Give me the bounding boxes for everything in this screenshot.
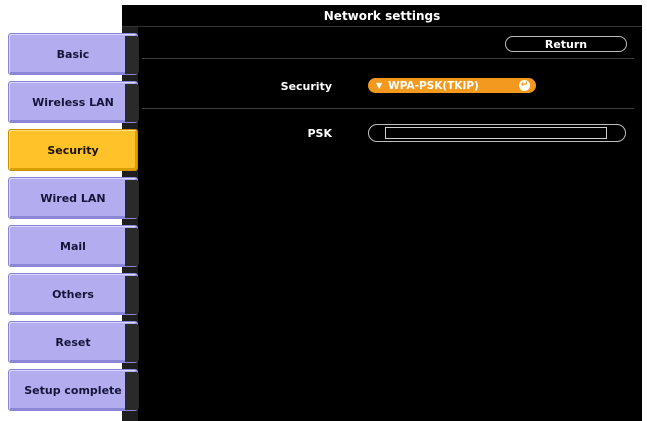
tab-shade — [125, 276, 139, 314]
psk-label: PSK — [307, 127, 332, 140]
tab-shade — [125, 36, 139, 74]
tab-shade — [125, 228, 139, 266]
divider — [142, 108, 634, 109]
sidebar-item-wireless-lan[interactable]: Wireless LAN — [8, 81, 139, 123]
divider — [142, 58, 634, 59]
sidebar-item-label: Security — [47, 143, 99, 157]
sidebar-item-others[interactable]: Others — [8, 273, 139, 315]
sidebar-item-label: Setup complete — [24, 383, 122, 397]
return-button-label: Return — [544, 37, 588, 51]
return-button[interactable]: Return — [505, 36, 627, 52]
window-title: Network settings — [122, 5, 642, 27]
sidebar-item-label: Basic — [56, 47, 90, 61]
sidebar-item-label: Reset — [55, 335, 91, 349]
security-select[interactable]: ▼ WPA-PSK(TKIP) ↵ — [368, 78, 536, 93]
sidebar-item-basic[interactable]: Basic — [8, 33, 139, 75]
sidebar-item-label: Others — [52, 287, 94, 301]
window-title-text: Network settings — [323, 8, 441, 23]
sidebar-item-reset[interactable]: Reset — [8, 321, 139, 363]
enter-icon: ↵ — [519, 80, 530, 91]
psk-input-box[interactable] — [385, 127, 607, 139]
network-settings-screen: Network settings Basic Wireless LAN Secu… — [0, 0, 647, 421]
sidebar-item-label: Wireless LAN — [32, 95, 114, 109]
psk-input[interactable] — [368, 124, 626, 142]
sidebar: Basic Wireless LAN Security Wired LAN Ma… — [0, 27, 140, 421]
sidebar-item-label: Wired LAN — [40, 191, 106, 205]
sidebar-item-label: Mail — [60, 239, 86, 253]
sidebar-item-mail[interactable]: Mail — [8, 225, 139, 267]
tab-shade — [125, 84, 139, 122]
tab-shade — [125, 180, 139, 218]
tab-shade — [125, 324, 139, 362]
tab-shade — [125, 372, 139, 410]
sidebar-item-wired-lan[interactable]: Wired LAN — [8, 177, 139, 219]
security-select-value: WPA-PSK(TKIP) — [388, 79, 479, 92]
sidebar-item-security[interactable]: Security — [8, 129, 138, 171]
security-label: Security — [280, 80, 332, 93]
selected-marker-icon: ▼ — [376, 81, 383, 90]
sidebar-item-setup-complete[interactable]: Setup complete — [8, 369, 139, 411]
